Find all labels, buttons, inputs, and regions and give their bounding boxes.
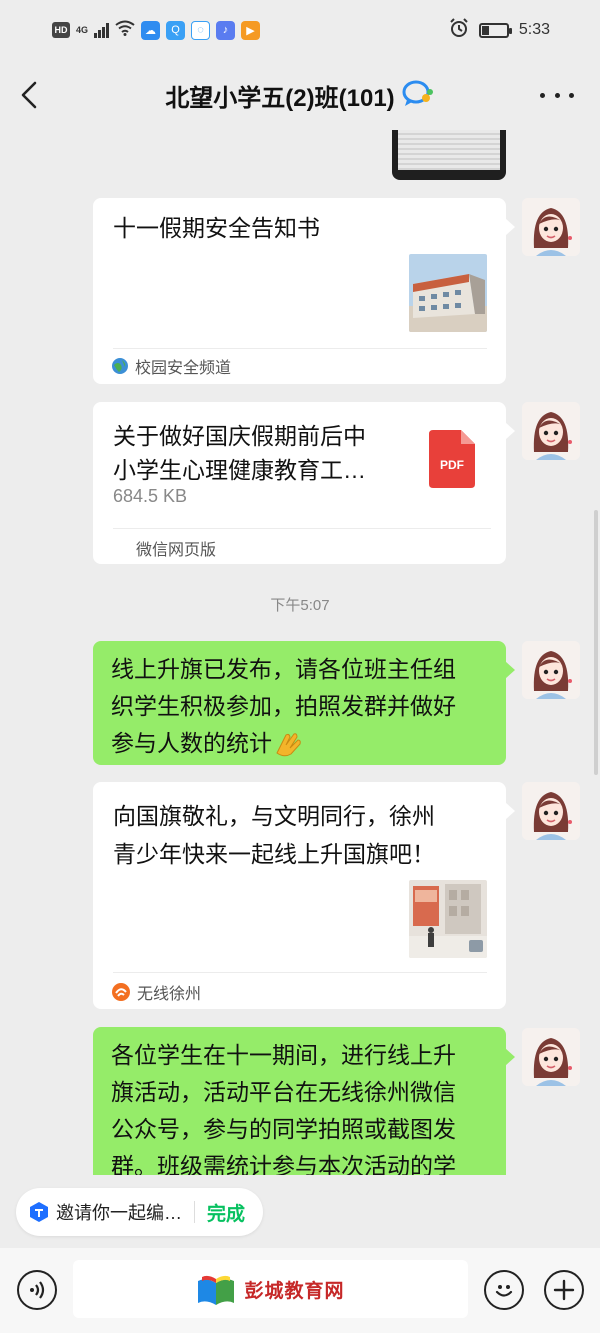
message-line: 旗活动，活动平台在无线徐州微信 <box>111 1079 456 1105</box>
status-right: 5:33 <box>449 17 550 43</box>
watermark-text: 彭城教育网 <box>244 1280 345 1302</box>
network-type: 4G <box>76 25 89 35</box>
clapping-hands-emoji-icon <box>276 732 301 756</box>
source-name: 微信网页版 <box>136 542 217 559</box>
video-app-icon: ▶ <box>241 20 261 40</box>
source-name: 无线徐州 <box>137 986 202 1003</box>
work-chat-icon <box>401 78 435 113</box>
bubble-tail <box>505 422 515 440</box>
avatar-icon <box>522 641 580 699</box>
bubble-tail <box>505 802 515 820</box>
status-bar: HD 4G ☁ Q ◌ ♪ ▶ 5:33 <box>0 0 600 60</box>
card-thumbnail <box>409 880 487 958</box>
card-title-line-2: 青少年快来一起线上升国旗吧！ <box>113 841 435 867</box>
globe-source-icon <box>112 358 128 374</box>
avatar-icon <box>522 782 580 840</box>
avatar-icon <box>522 402 580 460</box>
avatar-icon <box>522 198 580 256</box>
card-source: 校园安全频道 <box>111 354 231 378</box>
avatar-icon <box>522 1028 580 1086</box>
card-source: 无线徐州 <box>111 980 201 1004</box>
input-bar: 彭城教育网 <box>0 1248 600 1333</box>
avatar[interactable] <box>522 198 580 256</box>
file-title-line-1: 关于做好国庆假期前后中 <box>113 423 366 449</box>
file-size: 684.5 KB <box>113 486 188 506</box>
collab-invite-bar[interactable]: 邀请你一起编… 完成 <box>16 1188 264 1236</box>
dot-icon <box>540 92 545 98</box>
avatar[interactable] <box>522 402 580 460</box>
status-left: HD 4G ☁ Q ◌ ♪ ▶ <box>52 20 261 41</box>
voice-icon <box>30 1281 45 1299</box>
file-type-label: PDF <box>440 458 464 472</box>
hd-badge: HD <box>52 22 70 38</box>
text-message-green[interactable]: 各位学生在十一期间，进行线上升 旗活动，活动平台在无线徐州微信 公众号，参与的同… <box>93 1027 506 1175</box>
image-message-partial[interactable] <box>392 130 506 180</box>
back-button[interactable] <box>20 78 50 112</box>
tencent-docs-icon <box>30 1202 48 1222</box>
file-card-pdf[interactable]: 关于做好国庆假期前后中 小学生心理健康教育工… 684.5 KB PDF 微信网… <box>93 402 506 564</box>
dot-icon <box>569 92 574 98</box>
title-wrap: 北望小学五(2)班(101) <box>165 78 434 113</box>
scrollbar-thumb[interactable] <box>594 510 598 775</box>
bubble-tail <box>505 218 515 236</box>
chat-area[interactable]: 十一假期安全告知书 校园安全频道 关于做好国庆假期前后中 小学生心理健康教育工…… <box>0 130 600 1175</box>
file-title-line-2: 小学生心理健康教育工… <box>113 457 366 483</box>
emoji-button[interactable] <box>484 1270 524 1310</box>
divider <box>194 1201 195 1223</box>
avatar[interactable] <box>522 782 580 840</box>
wifi-icon <box>115 20 135 41</box>
card-divider <box>113 972 487 973</box>
weather-app-icon: ☁ <box>141 20 161 40</box>
alarm-icon <box>449 17 469 43</box>
message-line: 参与人数的统计 <box>111 730 272 756</box>
bubble-tail <box>505 661 515 679</box>
invite-text: 邀请你一起编… <box>56 1203 182 1223</box>
text-message-green[interactable]: 线上升旗已发布，请各位班主任组 织学生积极参加，拍照发群并做好 参与人数的统计 <box>93 641 506 765</box>
card-divider <box>113 528 491 529</box>
avatar[interactable] <box>522 1028 580 1086</box>
card-divider <box>113 348 487 349</box>
chat-title: 北望小学五(2)班(101) <box>165 84 395 112</box>
book-logo-icon <box>198 1275 235 1305</box>
card-source: 微信网页版 <box>136 536 216 560</box>
done-button[interactable]: 完成 <box>207 1199 245 1226</box>
card-title: 十一假期安全告知书 <box>113 215 320 241</box>
more-functions-button[interactable] <box>544 1270 584 1310</box>
avatar[interactable] <box>522 641 580 699</box>
card-thumbnail <box>409 254 487 332</box>
message-line: 公众号，参与的同学拍照或截图发 <box>111 1116 456 1142</box>
card-title-line-1: 向国旗敬礼，与文明同行，徐州 <box>113 803 435 829</box>
voice-input-button[interactable] <box>17 1270 57 1310</box>
pdf-file-icon: PDF <box>429 430 475 488</box>
message-line: 线上升旗已发布，请各位班主任组 <box>111 656 456 682</box>
clock-time: 5:33 <box>518 21 550 38</box>
smiley-icon <box>495 1285 513 1297</box>
dot-icon <box>554 92 560 98</box>
music-app-icon: ♪ <box>216 20 236 40</box>
source-name: 校园安全频道 <box>135 360 232 377</box>
plus-icon <box>553 1279 575 1301</box>
wireless-xuzhou-logo-icon <box>112 983 130 1001</box>
chevron-left-icon <box>21 81 37 109</box>
message-line: 群。班级需统计参与本次活动的学 <box>111 1153 456 1175</box>
timestamp: 下午5:07 <box>270 597 330 614</box>
chat-app-icon: ◌ <box>191 20 211 40</box>
search-app-icon: Q <box>166 20 186 40</box>
battery-icon <box>478 22 512 38</box>
bubble-tail <box>505 1048 515 1066</box>
message-input[interactable]: 彭城教育网 <box>73 1260 468 1318</box>
message-line: 织学生积极参加，拍照发群并做好 <box>111 693 456 719</box>
signal-icon <box>94 22 110 38</box>
link-card-flag-raising[interactable]: 向国旗敬礼，与文明同行，徐州 青少年快来一起线上升国旗吧！ 无线徐州 <box>93 782 506 1009</box>
message-line-with-emoji: 参与人数的统计 <box>111 725 501 762</box>
more-options-button[interactable] <box>540 82 574 108</box>
chat-header: 北望小学五(2)班(101) <box>0 60 600 130</box>
link-card-safety-notice[interactable]: 十一假期安全告知书 校园安全频道 <box>93 198 506 384</box>
message-line: 各位学生在十一期间，进行线上升 <box>111 1042 456 1068</box>
